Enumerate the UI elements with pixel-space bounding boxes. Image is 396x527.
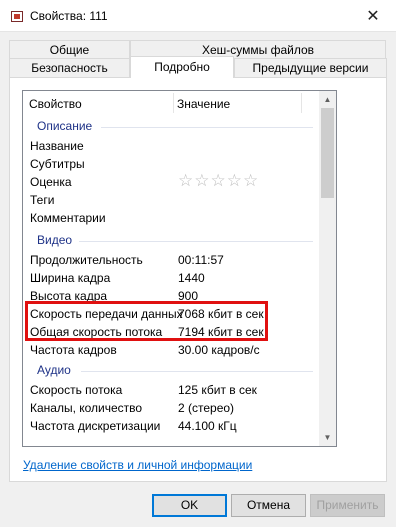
column-divider[interactable] bbox=[173, 93, 174, 113]
cancel-button[interactable]: Отмена bbox=[231, 494, 306, 517]
group-divider bbox=[79, 241, 313, 242]
property-value: 2 (стерео) bbox=[178, 401, 235, 415]
list-item[interactable]: Ширина кадра 1440 bbox=[23, 269, 319, 287]
property-name: Комментарии bbox=[30, 211, 106, 225]
list-item[interactable]: Продолжительность 00:11:57 bbox=[23, 251, 319, 269]
window-title: Свойства: 111 bbox=[30, 9, 108, 23]
title-bar: Свойства: 111 ✕ bbox=[0, 0, 396, 32]
group-divider bbox=[81, 371, 313, 372]
highlight-box bbox=[25, 301, 268, 341]
close-button[interactable]: ✕ bbox=[350, 0, 396, 31]
scroll-down-icon[interactable]: ▼ bbox=[319, 429, 336, 446]
rating-stars[interactable]: ☆☆☆☆☆ bbox=[178, 171, 259, 191]
tab-previous-versions[interactable]: Предыдущие версии bbox=[234, 58, 387, 77]
group-label: Видео bbox=[37, 233, 73, 247]
scroll-up-icon[interactable]: ▲ bbox=[319, 91, 336, 108]
list-item[interactable]: Частота дискретизации 44.100 кГц bbox=[23, 417, 319, 435]
tab-details[interactable]: Подробно bbox=[130, 56, 234, 78]
list-item[interactable]: Теги bbox=[23, 191, 319, 209]
group-label: Аудио bbox=[37, 363, 71, 377]
vertical-scrollbar[interactable]: ▲ ▼ bbox=[319, 91, 336, 446]
file-icon bbox=[11, 11, 23, 22]
list-item[interactable]: Скорость потока 125 кбит в сек bbox=[23, 381, 319, 399]
list-item[interactable]: Название bbox=[23, 137, 319, 155]
group-video: Видео bbox=[23, 231, 319, 249]
property-value: 44.100 кГц bbox=[178, 419, 237, 433]
list-item[interactable]: Субтитры bbox=[23, 155, 319, 173]
property-name: Частота кадров bbox=[30, 343, 117, 357]
property-name: Частота дискретизации bbox=[30, 419, 161, 433]
group-description: Описание bbox=[23, 117, 319, 135]
column-header-value[interactable]: Значение bbox=[177, 97, 230, 111]
group-audio: Аудио bbox=[23, 361, 319, 379]
property-name: Название bbox=[30, 139, 84, 153]
list-header: Свойство Значение bbox=[23, 91, 319, 115]
group-label: Описание bbox=[37, 119, 93, 133]
property-value: 125 кбит в сек bbox=[178, 383, 257, 397]
property-name: Оценка bbox=[30, 175, 72, 189]
apply-button[interactable]: Применить bbox=[310, 494, 385, 517]
tab-security[interactable]: Безопасность bbox=[9, 58, 130, 77]
property-name: Каналы, количество bbox=[30, 401, 143, 415]
property-name: Субтитры bbox=[30, 157, 85, 171]
remove-properties-link[interactable]: Удаление свойств и личной информации bbox=[23, 458, 252, 472]
property-name: Ширина кадра bbox=[30, 271, 111, 285]
ok-button[interactable]: OK bbox=[152, 494, 227, 517]
property-name: Скорость потока bbox=[30, 383, 123, 397]
list-item[interactable]: Комментарии bbox=[23, 209, 319, 227]
tab-general[interactable]: Общие bbox=[9, 40, 130, 59]
properties-list[interactable]: Свойство Значение Описание Название Субт… bbox=[22, 90, 337, 447]
list-item[interactable]: Частота кадров 30.00 кадров/с bbox=[23, 341, 319, 359]
property-name: Теги bbox=[30, 193, 55, 207]
scrollbar-thumb[interactable] bbox=[321, 108, 334, 198]
group-divider bbox=[101, 127, 313, 128]
list-item[interactable]: Оценка ☆☆☆☆☆ bbox=[23, 171, 319, 191]
property-value: 1440 bbox=[178, 271, 205, 285]
column-header-property[interactable]: Свойство bbox=[29, 97, 82, 111]
column-divider[interactable] bbox=[301, 93, 302, 113]
property-value: 00:11:57 bbox=[178, 253, 224, 267]
property-name: Продолжительность bbox=[30, 253, 143, 267]
property-value: 30.00 кадров/с bbox=[178, 343, 260, 357]
list-item[interactable]: Каналы, количество 2 (стерео) bbox=[23, 399, 319, 417]
